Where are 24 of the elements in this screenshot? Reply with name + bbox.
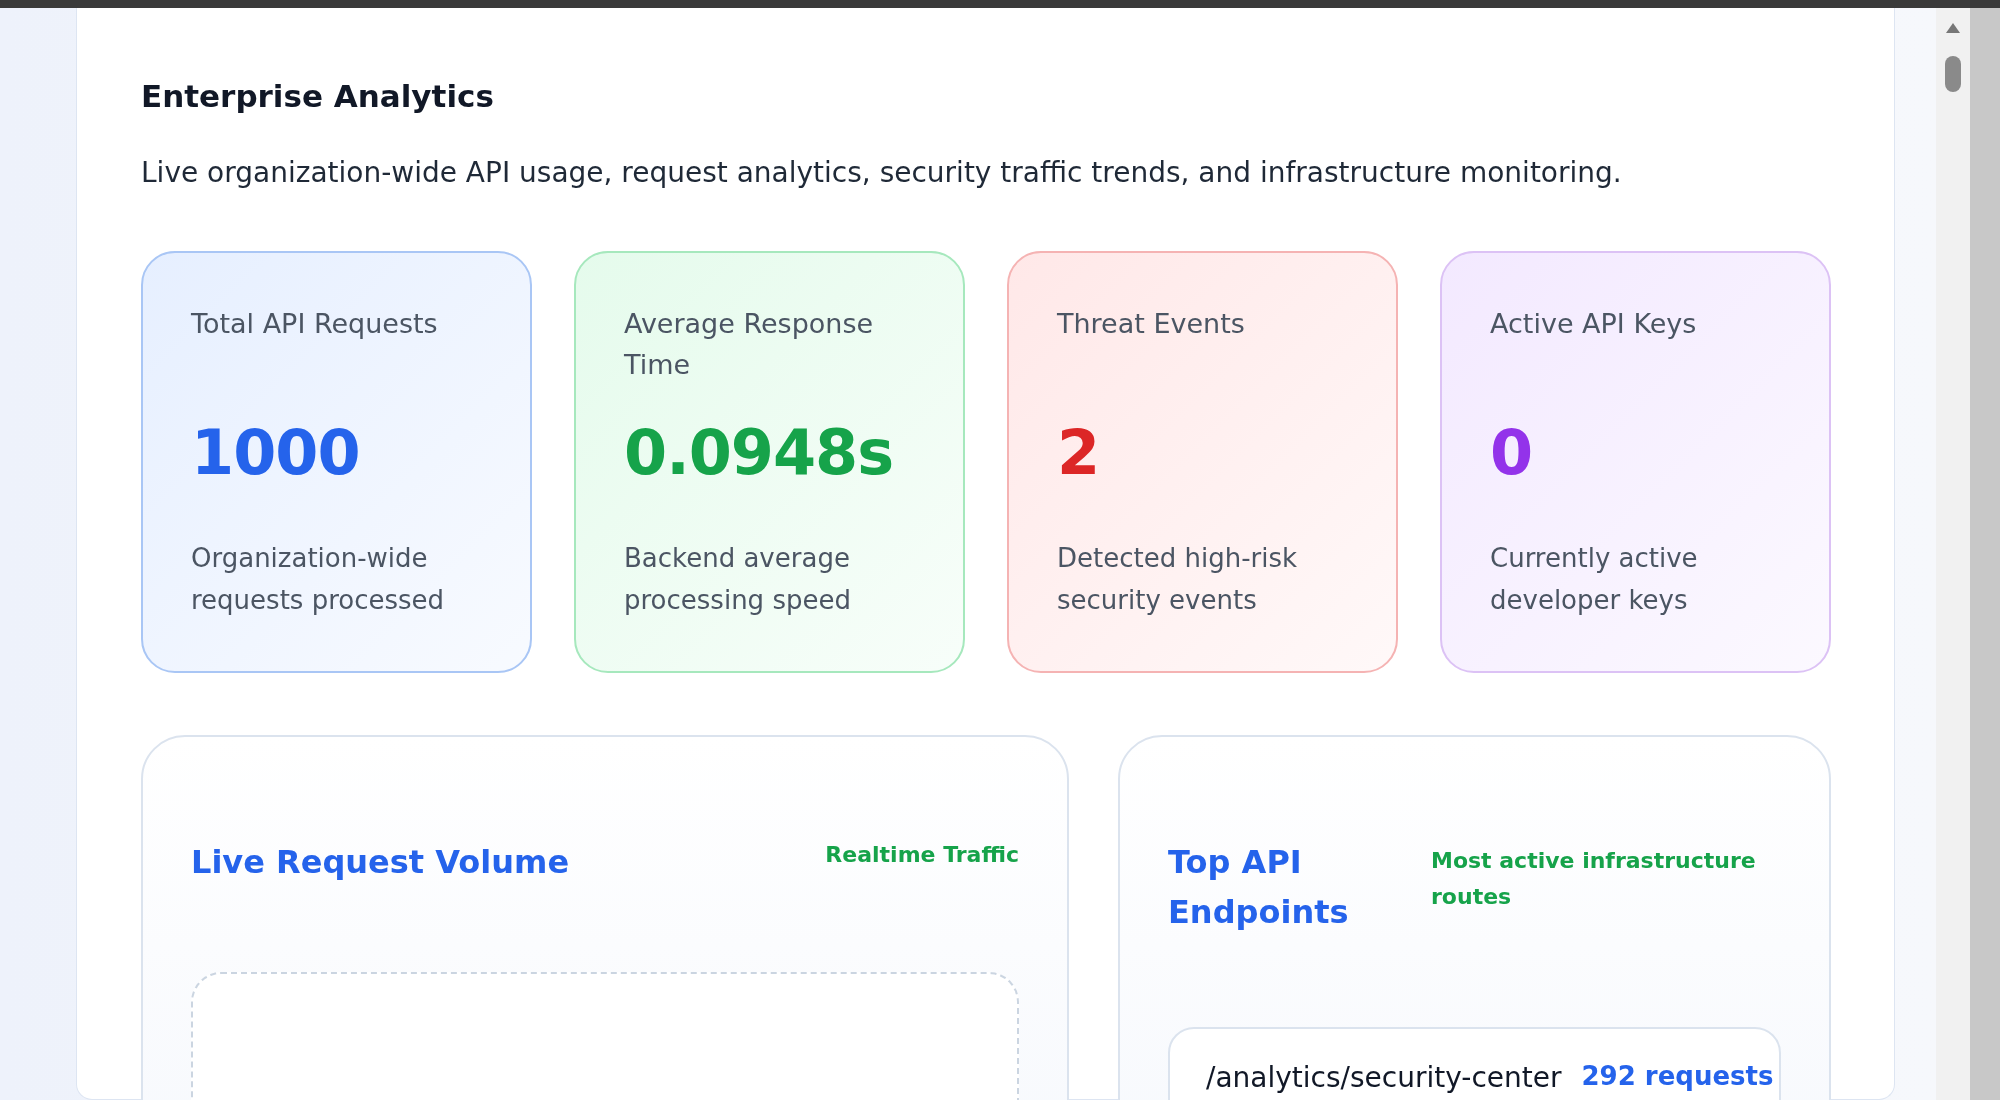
scroll-up-icon[interactable] xyxy=(1945,22,1961,34)
panel-tagline: Most active infrastructure routes xyxy=(1431,847,1757,911)
stat-value: 0.0948s xyxy=(624,415,895,491)
endpoint-row[interactable]: /analytics/security-center 292 requests xyxy=(1168,1027,1781,1100)
request-count: 292 requests xyxy=(1581,1061,1774,1093)
stat-label: Average Response Time xyxy=(624,307,875,382)
stat-description: Backend average processing speed xyxy=(624,542,852,617)
stat-description: Currently active developer keys xyxy=(1490,542,1699,617)
scroll-thumb[interactable] xyxy=(1945,56,1961,92)
stat-value: 0 xyxy=(1490,415,1534,491)
panel-title: Live Request Volume xyxy=(191,842,570,883)
scrollbar[interactable] xyxy=(1936,8,1970,1100)
panel-title: Top API Endpoints xyxy=(1168,842,1350,933)
endpoint-path: /analytics/security-center xyxy=(1206,1061,1562,1096)
page-subtitle: Live organization-wide API usage, request analytics, security traffic trends, and infrastructure monitoring. xyxy=(141,156,1623,189)
stat-label: Total API Requests xyxy=(191,307,439,341)
stat-value: 1000 xyxy=(191,415,361,491)
panel-tagline: Realtime Traffic xyxy=(825,841,1019,869)
stat-value: 2 xyxy=(1057,415,1101,491)
stat-description: Detected high-risk security events xyxy=(1057,542,1299,617)
stat-description: Organization-wide requests processed xyxy=(191,542,446,617)
stat-label: Active API Keys xyxy=(1490,307,1698,341)
page-title: Enterprise Analytics xyxy=(141,78,495,114)
stat-label: Threat Events xyxy=(1057,307,1246,341)
